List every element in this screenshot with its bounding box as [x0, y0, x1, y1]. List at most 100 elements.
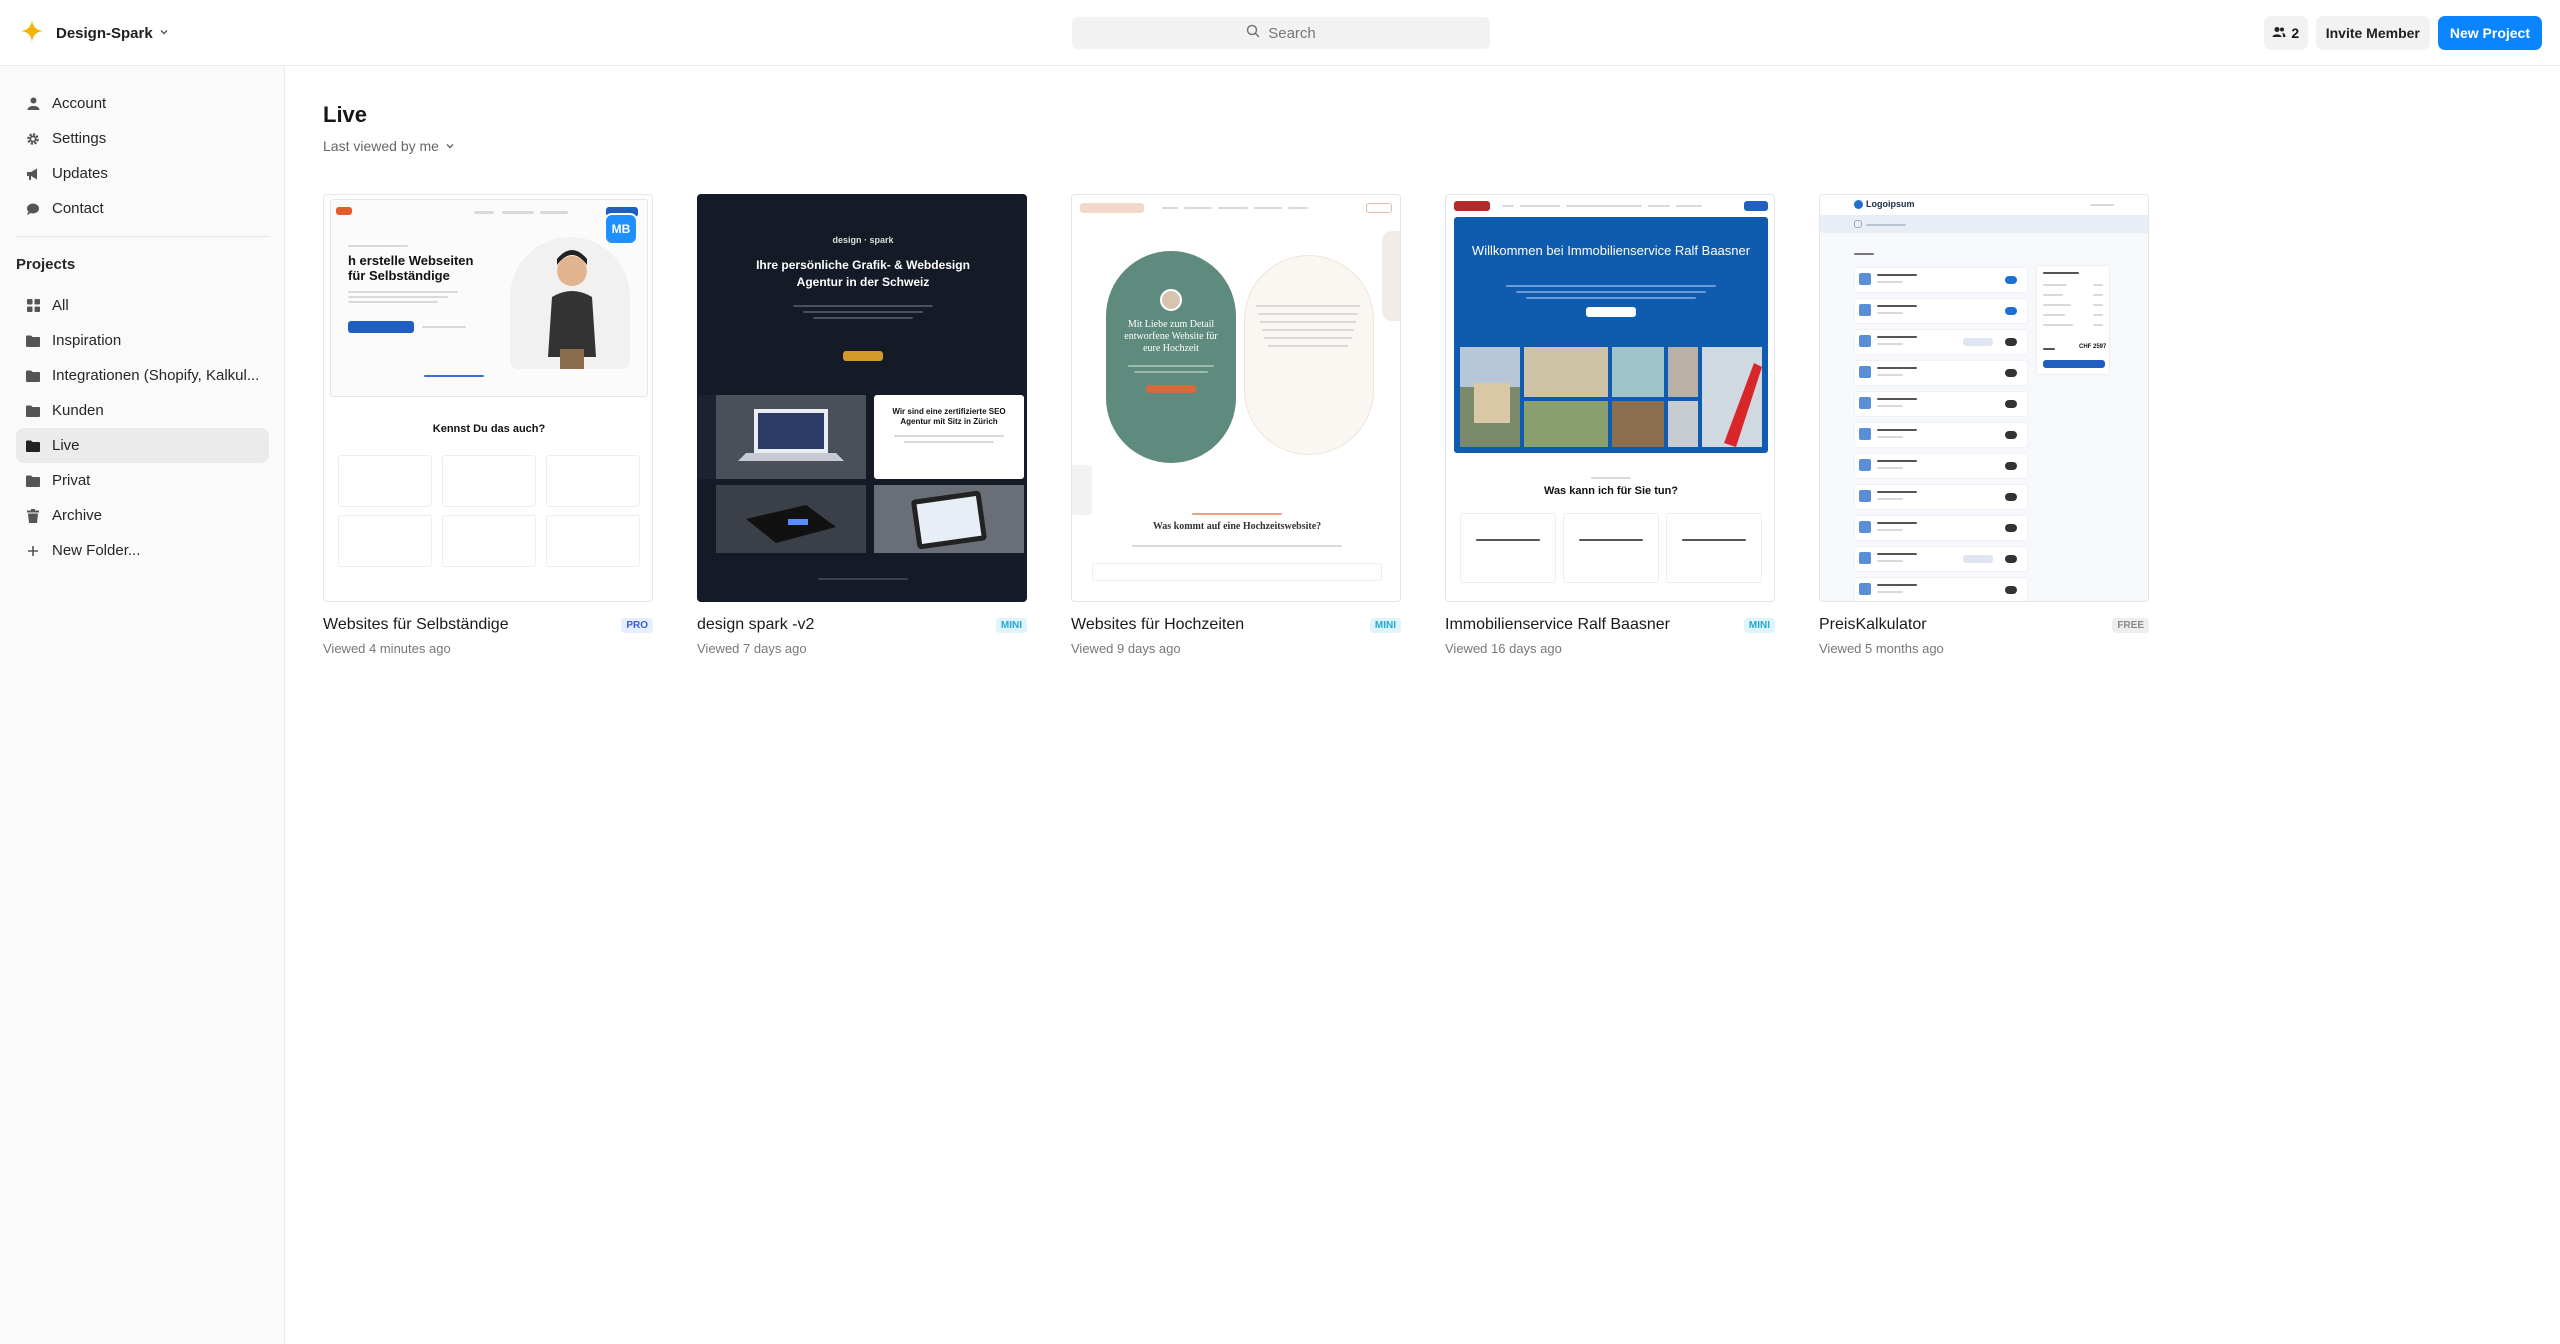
- sidebar: Account Settings Updates Contact Project…: [0, 66, 285, 1344]
- thumb-person-image: [510, 237, 630, 369]
- sidebar-item-label: Live: [52, 437, 80, 454]
- thumb-section-title: Kennst Du das auch?: [432, 423, 546, 435]
- thumb-product-row: [1854, 546, 2028, 572]
- new-folder-button[interactable]: New Folder...: [16, 533, 269, 568]
- sidebar-item-kunden[interactable]: Kunden: [16, 393, 269, 428]
- plan-badge: MINI: [1369, 617, 1401, 633]
- projects-nav: All Inspiration Integrationen (Shopify, …: [16, 288, 269, 568]
- plus-icon: [26, 544, 40, 558]
- invite-member-button[interactable]: Invite Member: [2315, 16, 2430, 50]
- sidebar-item-label: All: [52, 297, 69, 314]
- thumb-logo: design · spark: [832, 235, 894, 245]
- sidebar-item-privat[interactable]: Privat: [16, 463, 269, 498]
- sidebar-item-settings[interactable]: Settings: [16, 121, 269, 156]
- folder-open-icon: [26, 439, 40, 453]
- top-bar: Design-Spark Search 2 Invite Member New …: [0, 0, 2560, 66]
- last-viewed: Viewed 5 months ago: [1819, 641, 1944, 656]
- user-icon: [26, 97, 40, 111]
- trash-icon: [26, 508, 40, 523]
- thumb-product-row: [1854, 422, 2028, 448]
- folder-icon: [26, 334, 40, 348]
- project-card[interactable]: Willkommen bei Immobilienservice Ralf Ba…: [1445, 194, 1775, 656]
- project-name[interactable]: Immobilienservice Ralf Baasner: [1445, 616, 1670, 634]
- thumb-seo-text: Wir sind eine zertifizierte SEO Agentur …: [892, 407, 1006, 426]
- thumb-product-row: [1854, 329, 2028, 355]
- last-viewed: Viewed 9 days ago: [1071, 641, 1181, 656]
- sidebar-item-label: Settings: [52, 130, 107, 147]
- grid-icon: [26, 299, 40, 313]
- users-icon: [2272, 25, 2286, 41]
- megaphone-icon: [26, 167, 40, 181]
- thumb-logo: [1454, 201, 1490, 211]
- new-project-button[interactable]: New Project: [2437, 16, 2542, 50]
- search-bar[interactable]: Search: [1072, 17, 1490, 49]
- project-name[interactable]: design spark -v2: [697, 616, 814, 634]
- project-name[interactable]: Websites für Hochzeiten: [1071, 616, 1244, 634]
- thumb-product-row: [1854, 484, 2028, 510]
- sidebar-item-live[interactable]: Live: [16, 428, 269, 463]
- sidebar-item-updates[interactable]: Updates: [16, 156, 269, 191]
- thumb-green-arch: [1106, 251, 1236, 463]
- member-count: 2: [2291, 25, 2300, 41]
- thumb-section-title: Was kann ich für Sie tun?: [1543, 485, 1679, 497]
- sidebar-item-label: New Folder...: [52, 542, 141, 559]
- sparkle-logo-icon: [20, 19, 44, 48]
- sidebar-item-account[interactable]: Account: [16, 86, 269, 121]
- thumb-laptop-image: [716, 395, 866, 479]
- thumb-hero-title: h erstelle Webseiten für Selbständige: [348, 253, 474, 283]
- sidebar-item-label: Contact: [52, 200, 104, 217]
- project-thumbnail[interactable]: Mit Liebe zum Detail entworfene Website …: [1071, 194, 1401, 602]
- projects-heading: Projects: [16, 256, 76, 273]
- thumb-hero-banner: [1454, 217, 1768, 347]
- thumb-hero-title: Ihre persönliche Grafik- & Webdesign Age…: [756, 258, 970, 289]
- project-card[interactable]: Logoipsum CHF 2597 PreisKalkulator FREE …: [1819, 194, 2149, 656]
- sidebar-divider: [16, 236, 269, 237]
- sidebar-item-all[interactable]: All: [16, 288, 269, 323]
- project-card[interactable]: MB h erstelle Webseiten für Selbständige…: [323, 194, 653, 656]
- project-thumbnail[interactable]: Logoipsum CHF 2597: [1819, 194, 2149, 602]
- search-placeholder: Search: [1268, 24, 1316, 42]
- sidebar-item-label: Privat: [52, 472, 91, 489]
- sidebar-item-label: Inspiration: [52, 332, 122, 349]
- thumb-product-row: [1854, 391, 2028, 417]
- thumb-hero-title: Willkommen bei Immobilienservice Ralf Ba…: [1471, 243, 1751, 258]
- thumb-logo: [336, 207, 352, 215]
- thumb-total: CHF 2597: [2079, 344, 2107, 350]
- sort-label: Last viewed by me: [323, 138, 439, 154]
- project-thumbnail[interactable]: MB h erstelle Webseiten für Selbständige…: [323, 194, 653, 602]
- thumb-product-row: [1854, 267, 2028, 293]
- sidebar-item-contact[interactable]: Contact: [16, 191, 269, 226]
- project-thumbnail[interactable]: design · spark Ihre persönliche Grafik- …: [697, 194, 1027, 602]
- thumb-product-row: [1854, 360, 2028, 386]
- sidebar-item-label: Archive: [52, 507, 103, 524]
- sidebar-item-archive[interactable]: Archive: [16, 498, 269, 533]
- plan-badge: PRO: [621, 617, 653, 633]
- sidebar-item-label: Account: [52, 95, 107, 112]
- folder-icon: [26, 404, 40, 418]
- sidebar-item-integrationen[interactable]: Integrationen (Shopify, Kalkul...: [16, 358, 269, 393]
- last-viewed: Viewed 7 days ago: [697, 641, 807, 656]
- plan-badge: MINI: [1743, 617, 1775, 633]
- project-card[interactable]: design · spark Ihre persönliche Grafik- …: [697, 194, 1027, 656]
- sort-dropdown[interactable]: Last viewed by me: [323, 138, 455, 154]
- project-thumbnail[interactable]: Willkommen bei Immobilienservice Ralf Ba…: [1445, 194, 1775, 602]
- project-card[interactable]: Mit Liebe zum Detail entworfene Website …: [1071, 194, 1401, 656]
- page-title: Live: [323, 102, 368, 127]
- members-button[interactable]: 2: [2263, 16, 2308, 50]
- workspace-switcher[interactable]: Design-Spark: [20, 19, 169, 47]
- thumb-logo: [1080, 203, 1144, 213]
- project-name[interactable]: Websites für Selbständige: [323, 616, 509, 634]
- sidebar-item-inspiration[interactable]: Inspiration: [16, 323, 269, 358]
- search-icon: [1246, 24, 1260, 42]
- thumb-product-row: [1854, 453, 2028, 479]
- thumb-cards-image: [716, 485, 866, 553]
- chat-icon: [26, 202, 40, 216]
- sidebar-item-label: Kunden: [52, 402, 104, 419]
- project-name[interactable]: PreisKalkulator: [1819, 616, 1927, 634]
- folder-icon: [26, 369, 40, 383]
- last-viewed: Viewed 4 minutes ago: [323, 641, 451, 656]
- thumb-flower-image: [1382, 231, 1400, 321]
- thumb-photo-grid: [1454, 343, 1768, 453]
- last-viewed: Viewed 16 days ago: [1445, 641, 1562, 656]
- chevron-down-icon: [159, 27, 169, 40]
